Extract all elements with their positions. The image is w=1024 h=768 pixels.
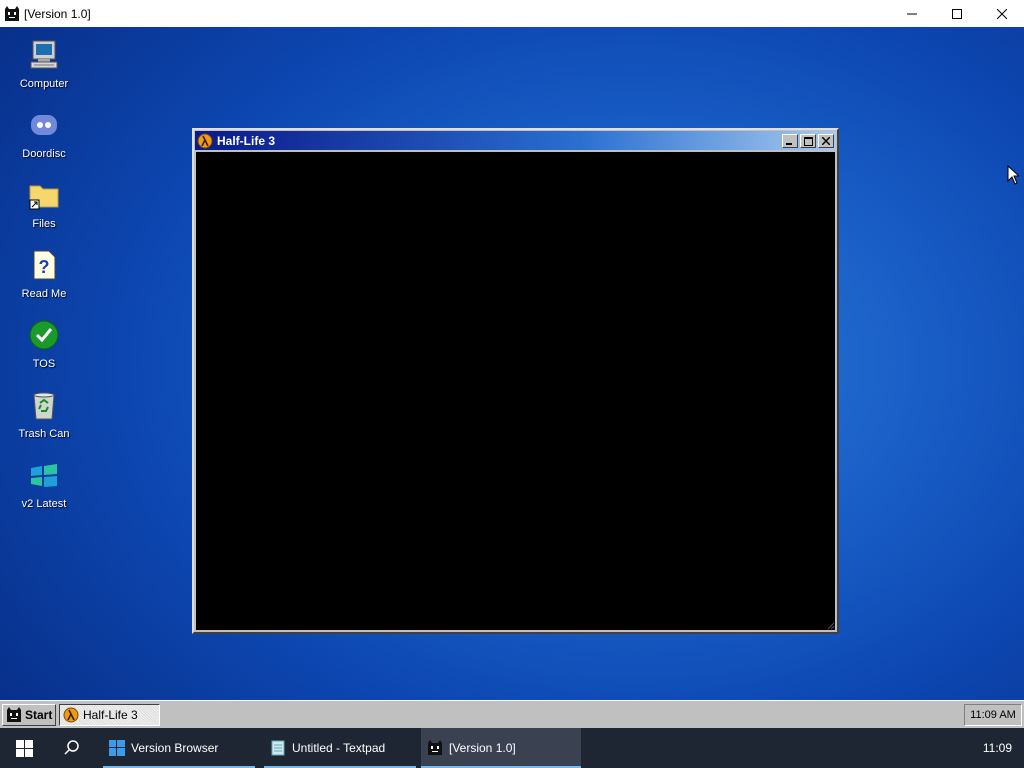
- window-title: Half-Life 3: [217, 133, 276, 148]
- retro-taskbar: Start Half-Life 3 11:09 AM: [0, 700, 1024, 728]
- close-icon: [996, 8, 1007, 19]
- desktop-icon-label: Trash Can: [18, 428, 70, 440]
- resize-grip-icon[interactable]: [825, 620, 835, 630]
- host-window-controls: [889, 0, 1024, 27]
- desktop-icon-v2-latest[interactable]: v2 Latest: [12, 455, 76, 519]
- windows-logo-icon: [15, 739, 33, 757]
- windows-logo-icon: [109, 740, 125, 756]
- desktop-icon-label: TOS: [32, 358, 56, 370]
- desktop-icon-doordisc[interactable]: Doordisc: [12, 105, 76, 169]
- close-button[interactable]: [979, 0, 1024, 27]
- window-titlebar[interactable]: Half-Life 3: [195, 131, 836, 150]
- game-viewport[interactable]: [196, 152, 835, 630]
- desktop-icon-read-me[interactable]: ? Read Me: [12, 245, 76, 309]
- window-maximize-button[interactable]: [800, 134, 816, 148]
- cat-face-icon: [7, 707, 21, 722]
- taskbar-app-version-browser[interactable]: Version Browser: [103, 728, 255, 768]
- window-close-button[interactable]: [818, 134, 834, 148]
- system-clock[interactable]: 11:09: [983, 728, 1012, 768]
- desktop-icon-label: Files: [32, 218, 56, 230]
- desktop-icon-label: Computer: [19, 78, 69, 90]
- windows-start-button[interactable]: [0, 728, 48, 768]
- doordisc-icon: [31, 115, 57, 135]
- search-icon: [64, 740, 79, 755]
- desktop-icon-label: v2 Latest: [21, 498, 67, 510]
- taskbar-app-label: Untitled - Textpad: [292, 741, 386, 755]
- desktop-icon-tos[interactable]: TOS: [12, 315, 76, 379]
- computer-icon: [30, 40, 58, 69]
- close-icon: [822, 137, 830, 145]
- taskbar-app-label: Version Browser: [131, 741, 219, 755]
- maximize-button[interactable]: [934, 0, 979, 27]
- taskbar-app-textpad[interactable]: Untitled - Textpad: [264, 728, 416, 768]
- folder-shortcut-icon: [29, 185, 59, 210]
- search-button[interactable]: [48, 728, 96, 768]
- start-label: Start: [25, 708, 53, 722]
- taskbar-app-label: [Version 1.0]: [449, 741, 516, 755]
- minimize-icon: [786, 143, 792, 145]
- help-document-icon: ?: [33, 250, 56, 280]
- checkmark-icon: [29, 320, 59, 350]
- start-button[interactable]: Start: [2, 704, 56, 726]
- mouse-cursor-icon: [1007, 165, 1019, 185]
- desktop: Computer Doordisc Files ? Read Me TOS Tr…: [0, 27, 1024, 700]
- half-life-lambda-icon: [63, 707, 79, 723]
- desktop-icon-computer[interactable]: Computer: [12, 35, 76, 99]
- minimize-icon: [906, 13, 917, 14]
- cat-face-icon: [5, 5, 19, 21]
- taskbar-app-version-1[interactable]: [Version 1.0]: [421, 728, 581, 768]
- taskbar-item-half-life-3[interactable]: Half-Life 3: [59, 704, 160, 726]
- maximize-icon: [803, 136, 813, 146]
- host-taskbar: Version Browser Untitled - Textpad [Vers…: [0, 728, 1024, 768]
- maximize-icon: [951, 8, 962, 19]
- desktop-icon-files[interactable]: Files: [12, 175, 76, 239]
- tray-clock: 11:09 AM: [964, 704, 1022, 726]
- host-titlebar: [Version 1.0]: [0, 0, 1024, 27]
- desktop-icon-label: Read Me: [21, 288, 67, 300]
- half-life-lambda-icon: [197, 133, 213, 148]
- host-window-title: [Version 1.0]: [24, 6, 91, 21]
- minimize-button[interactable]: [889, 0, 934, 27]
- svg-text:?: ?: [39, 257, 50, 277]
- window-controls: [782, 134, 834, 148]
- taskbar-item-label: Half-Life 3: [83, 708, 138, 722]
- windows-logo-icon: [31, 464, 57, 487]
- half-life-3-window[interactable]: Half-Life 3: [192, 128, 839, 634]
- notepad-icon: [271, 740, 285, 756]
- cat-face-icon: [428, 740, 442, 755]
- desktop-icon-trash-can[interactable]: Trash Can: [12, 385, 76, 449]
- recycle-bin-icon: [33, 392, 55, 420]
- desktop-icon-label: Doordisc: [22, 148, 66, 160]
- window-minimize-button[interactable]: [782, 134, 798, 148]
